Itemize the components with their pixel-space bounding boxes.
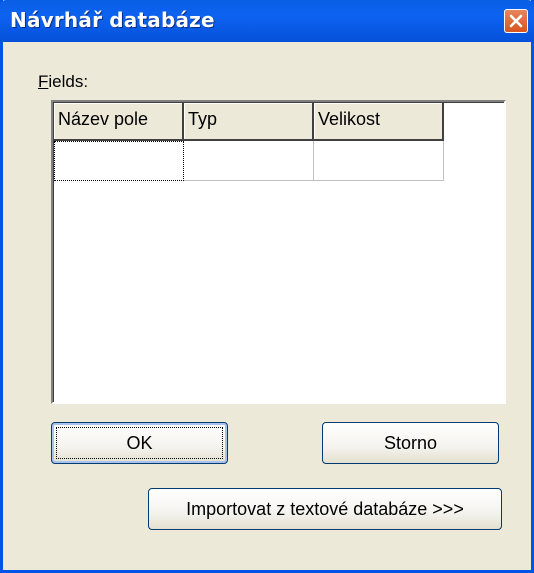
cell-field-type[interactable] xyxy=(184,141,314,181)
dialog-window: Návrhář databáze Fields: Název pole Typ … xyxy=(0,0,534,573)
column-header-size[interactable]: Velikost xyxy=(314,103,444,141)
ok-button-label: OK xyxy=(126,433,153,453)
window-title: Návrhář databáze xyxy=(10,8,215,32)
column-header-type[interactable]: Typ xyxy=(184,103,314,141)
title-bar[interactable]: Návrhář databáze xyxy=(0,0,534,42)
column-header-name[interactable]: Název pole xyxy=(54,103,184,141)
cell-field-name[interactable] xyxy=(54,141,184,181)
fields-grid[interactable]: Název pole Typ Velikost xyxy=(51,100,506,404)
close-button[interactable] xyxy=(504,9,528,33)
fields-label: Fields: xyxy=(38,72,88,92)
cancel-button[interactable]: Storno xyxy=(322,422,499,464)
ok-button[interactable]: OK xyxy=(51,422,228,464)
import-button-label: Importovat z textové databáze >>> xyxy=(186,499,464,519)
cancel-button-label: Storno xyxy=(383,433,438,453)
close-icon xyxy=(509,14,523,28)
import-button[interactable]: Importovat z textové databáze >>> xyxy=(148,488,502,530)
grid-header: Název pole Typ Velikost xyxy=(54,103,444,141)
fields-label-text: ields: xyxy=(48,72,89,91)
cell-field-size[interactable] xyxy=(314,141,444,181)
fields-label-mnemonic: F xyxy=(38,72,49,91)
table-row xyxy=(54,141,444,181)
